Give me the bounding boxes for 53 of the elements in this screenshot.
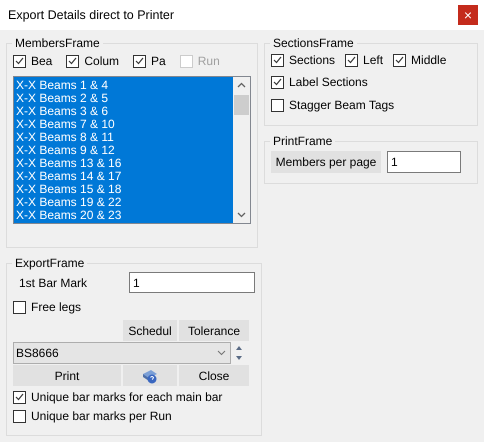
frame-title: ExportFrame [14, 256, 86, 270]
window-title: Export Details direct to Printer [8, 8, 174, 22]
checkbox[interactable] [393, 54, 406, 66]
list-item[interactable]: X-X Beams 13 & 16 [14, 157, 233, 170]
list-item[interactable]: X-X Beams 3 & 6 [14, 105, 233, 118]
list-item[interactable]: X-X Beams 15 & 18 [14, 183, 233, 196]
checkbox-label: Free legs [31, 300, 82, 314]
checkbox-label: Sections [289, 53, 336, 67]
checkbox-label: Stagger Beam Tags [289, 98, 394, 112]
field-label: 1st Bar Mark [18, 276, 88, 290]
frame-title: PrintFrame [272, 134, 334, 148]
list-item[interactable]: X-X Beams 19 & 22 [14, 196, 233, 209]
checkbox-label: Colum [84, 54, 120, 68]
checkbox-label: Pa [151, 54, 166, 68]
checkbox-label: Run [198, 54, 220, 68]
bar-mark-field[interactable]: 1 [129, 272, 255, 293]
list-item[interactable]: X-X Beams 9 & 12 [14, 144, 233, 157]
list-item[interactable]: X-X Beams 1 & 4 [14, 79, 233, 92]
frame-title: SectionsFrame [272, 36, 355, 50]
list-item[interactable]: X-X Beams 7 & 10 [14, 118, 233, 131]
print-button[interactable]: Print [13, 365, 121, 386]
checkbox[interactable] [133, 54, 146, 68]
help-book-icon [141, 368, 159, 384]
checkbox[interactable] [345, 54, 358, 66]
members-per-page-field[interactable]: 1 [387, 151, 461, 173]
checkbox[interactable] [66, 54, 80, 68]
list-item[interactable]: X-X Beams 14 & 17 [14, 170, 233, 183]
checkbox-label: Bea [31, 54, 52, 68]
chevron-down-icon [217, 350, 226, 356]
close-button[interactable]: × [458, 5, 478, 25]
checkbox-label: Unique bar marks per Run [31, 409, 172, 423]
tolerance-button[interactable]: Tolerance [179, 320, 249, 341]
checkbox-label: Left [363, 53, 384, 67]
checkbox-label: Middle [411, 53, 446, 67]
list-item[interactable]: X-X Beams 20 & 23 [14, 209, 233, 222]
standard-dropdown[interactable]: BS8666 [13, 342, 231, 364]
members-list[interactable]: X-X Beams 1 & 4 X-X Beams 2 & 5 X-X Beams 3 & 6 X-X Beams 7 & 10 X-X Beams 8 & 11 X-X Beams 9 & 12 X-X Beams 13 & 16 X-X Beams 14 & 17 X-X Beams 15 & 18 X-X Beams 19 & 22 X-X Beams 20 & 23 [13, 76, 251, 224]
schedule-button[interactable]: Schedul [123, 320, 177, 341]
list-item[interactable]: X-X Beams 8 & 11 [14, 131, 233, 144]
checkbox[interactable] [13, 300, 26, 314]
list-item[interactable]: X-X Beams 2 & 5 [14, 92, 233, 105]
help-button[interactable] [123, 365, 177, 386]
checkbox-label: Unique bar marks for each main bar [31, 390, 222, 404]
checkbox[interactable] [13, 390, 26, 404]
checkbox[interactable] [271, 98, 284, 112]
close-button[interactable]: Close [179, 365, 249, 386]
frame-title: MembersFrame [14, 36, 101, 50]
checkbox[interactable] [271, 76, 284, 88]
checkbox[interactable] [13, 54, 26, 68]
checkbox-label: Label Sections [289, 75, 368, 89]
checkbox[interactable] [271, 54, 284, 66]
members-per-page-button[interactable]: Members per page [271, 151, 381, 173]
checkbox[interactable] [13, 410, 26, 422]
